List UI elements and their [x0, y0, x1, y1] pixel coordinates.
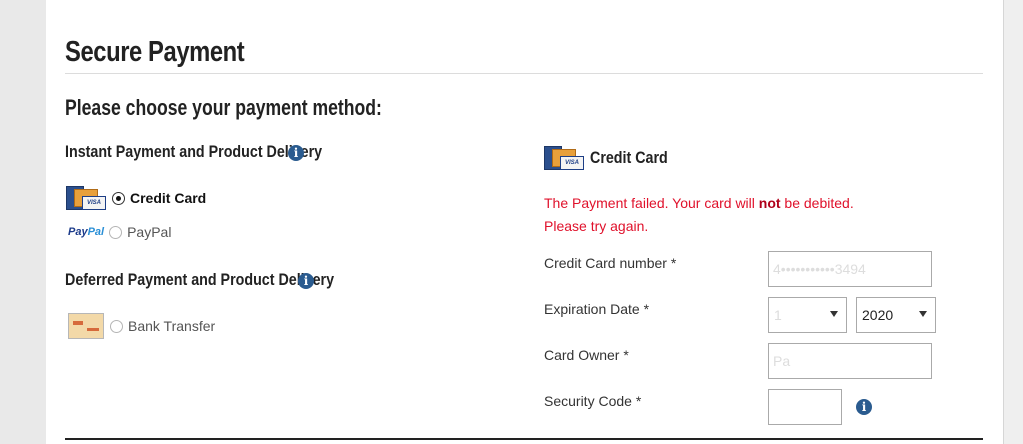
form-title: Credit Card: [590, 148, 668, 167]
credit-card-form-heading: VISA Credit Card: [544, 144, 683, 172]
credit-card-option-label[interactable]: Credit Card: [130, 190, 206, 206]
payment-method-prompt: Please choose your payment method:: [65, 95, 382, 120]
paypal-option-label[interactable]: PayPal: [127, 224, 171, 240]
card-number-label: Credit Card number *: [544, 255, 677, 271]
security-code-label: Security Code *: [544, 393, 642, 409]
page-edge: [1004, 0, 1023, 444]
paypal-logo-icon: PayPal: [68, 226, 105, 238]
expiration-date-label: Expiration Date *: [544, 301, 650, 317]
credit-card-logo-icon: VISA: [66, 184, 106, 212]
section-divider: [65, 438, 983, 440]
payment-error-retry: Please try again.: [544, 218, 649, 234]
credit-card-logo-icon: VISA: [544, 144, 584, 172]
chevron-down-icon: [830, 311, 838, 317]
bank-transfer-radio[interactable]: [110, 319, 123, 333]
option-bank-transfer[interactable]: Bank Transfer: [68, 313, 215, 339]
payment-error-message: The Payment failed. Your card will not b…: [544, 195, 854, 211]
card-owner-label: Card Owner *: [544, 347, 629, 363]
expiration-month-select[interactable]: 1: [768, 297, 847, 333]
credit-card-radio[interactable]: [112, 191, 125, 205]
option-paypal[interactable]: PayPal PayPal: [68, 224, 171, 240]
deferred-payment-heading: Deferred Payment and Product Delivery: [65, 270, 335, 289]
bank-transfer-option-label[interactable]: Bank Transfer: [128, 318, 215, 334]
instant-payment-heading: Instant Payment and Product Delivery: [65, 142, 323, 161]
bank-transfer-logo-icon: [68, 313, 104, 339]
security-code-info-icon[interactable]: i: [856, 399, 872, 415]
paypal-radio[interactable]: [109, 225, 123, 239]
title-divider: [65, 73, 983, 74]
page-title: Secure Payment: [65, 36, 245, 68]
card-owner-input[interactable]: Pa: [768, 343, 932, 379]
deferred-info-icon[interactable]: i: [298, 273, 314, 289]
security-code-input[interactable]: [768, 389, 842, 425]
option-credit-card[interactable]: VISA Credit Card: [66, 184, 206, 212]
instant-info-icon[interactable]: i: [288, 145, 304, 161]
card-number-input[interactable]: 4•••••••••••3494: [768, 251, 932, 287]
expiration-year-select[interactable]: 2020: [856, 297, 936, 333]
chevron-down-icon: [919, 311, 927, 317]
